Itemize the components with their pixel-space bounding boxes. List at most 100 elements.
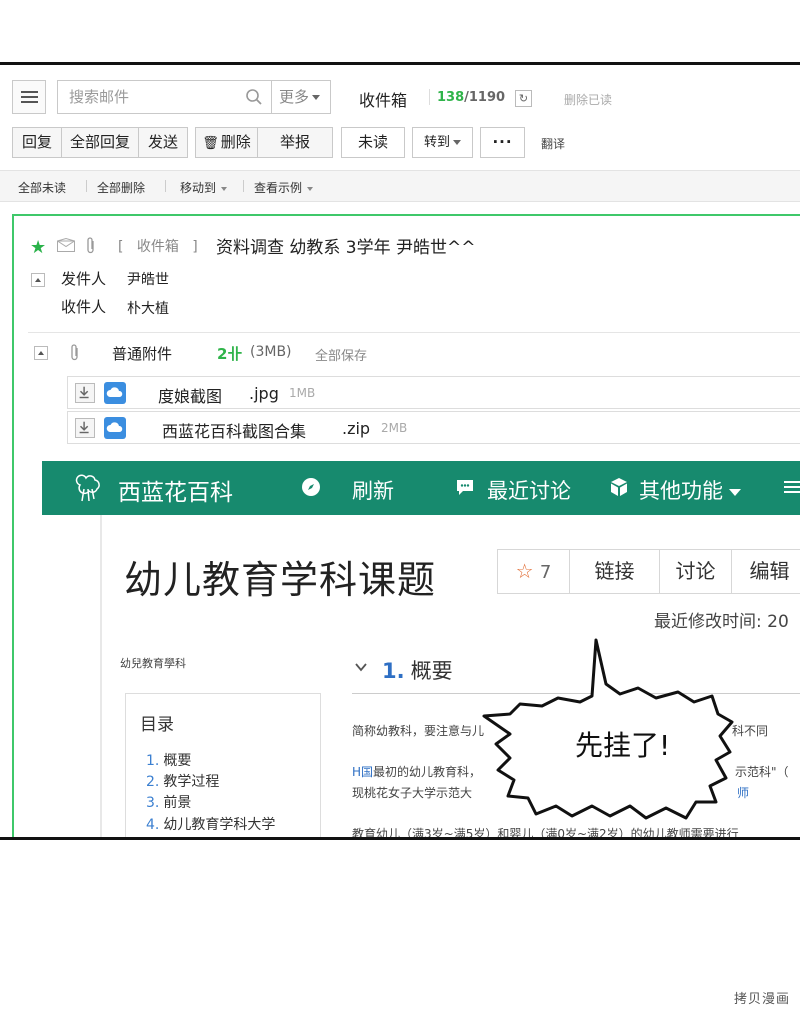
toc-title: 目录 [140,715,174,735]
section-heading: 1. 概要 [382,655,453,685]
delete-read-link[interactable]: 删除已读 [564,91,612,108]
panel-border [0,837,800,840]
paragraph-line: 现桃花女子大学示范大 [352,786,473,800]
toc-label: 概要 [163,753,192,769]
file-ext: .jpg [249,384,279,403]
reply-all-button[interactable]: 全部回复 [61,127,139,158]
filter-bar: 全部未读 全部删除 移动到 查看示例 [0,170,800,202]
edit-button[interactable]: 编辑 [732,550,800,593]
section-title: 概要 [410,659,453,683]
move-to-dropdown[interactable]: 转到 [412,127,473,158]
cloud-save-icon[interactable] [104,417,126,439]
toc-item[interactable]: 2. 教学过程 [146,771,219,791]
wiki-action-group: ☆ 7 链接 讨论 编辑 [497,549,800,594]
star-count: 7 [539,562,552,583]
chevron-down-icon[interactable] [355,661,367,673]
nav-other-features-label: 其他功能 [639,479,723,503]
star-icon[interactable]: ★ [30,237,46,258]
mail-subject: 资料调查 幼教系 3学年 尹皓世^^ [216,238,476,258]
chevron-down-icon [453,140,461,145]
menu-icon[interactable] [12,80,46,114]
watermark: 拷贝漫画 [733,992,790,1007]
toc-label: 教学过程 [163,774,220,790]
toc-item[interactable]: 4. 幼儿教育学科大学 [146,814,275,834]
paperclip-icon [71,344,78,361]
table-of-contents: 目录 1. 概要 2. 教学过程 3. 前景 4. 幼儿教育学科大学 [125,693,321,840]
more-actions-button[interactable]: ··· [480,127,525,158]
attachment-row[interactable]: 西蓝花百科截图合集 .zip 2MB [67,411,800,444]
collapse-header-toggle[interactable] [31,273,45,287]
search-box[interactable] [57,80,272,114]
download-icon[interactable] [75,383,95,403]
refresh-icon[interactable]: ↻ [515,90,532,107]
trash-icon: 🗑 [202,136,219,151]
move-to-menu[interactable]: 移动到 [180,179,228,196]
from-value[interactable]: 尹皓世 [127,269,169,289]
attachments-title: 普通附件 [112,345,173,363]
bracket-close: ] [192,239,198,255]
view-example-menu[interactable]: 查看示例 [254,179,314,196]
file-name: 西蓝花百科截图合集 [162,422,307,441]
paperclip-icon [87,237,94,254]
last-modified: 最近修改时间: 20 [654,612,789,632]
total-count: 1190 [468,90,506,105]
cube-icon [611,478,627,496]
nav-recent-discussions[interactable]: 最近讨论 [487,475,571,505]
send-button[interactable]: 发送 [138,127,188,158]
delete-all-link[interactable]: 全部删除 [97,179,145,196]
save-all-link[interactable]: 全部保存 [315,345,367,364]
search-icon[interactable] [245,88,263,106]
file-size: 2MB [381,421,408,435]
mark-unread-button[interactable]: 未读 [341,127,405,158]
collapse-attachments-toggle[interactable] [34,346,48,360]
translate-link[interactable]: 翻译 [541,135,565,152]
reply-button[interactable]: 回复 [12,127,62,158]
page-title: 幼儿教育学科课题 [124,558,437,602]
delete-label: 删除 [220,133,251,151]
broccoli-logo-icon [75,474,100,502]
search-input[interactable] [67,87,241,107]
toc-label: 前景 [163,795,192,811]
divider [429,89,430,105]
more-label: 更多 [279,88,310,106]
file-name: 度娘截图 [158,387,223,406]
delete-button[interactable]: 🗑 删除 [195,127,258,158]
folder-tag[interactable]: [ 收件箱 ] [118,236,198,256]
move-to-label: 转到 [423,135,450,150]
compass-icon [302,478,320,496]
more-dropdown[interactable]: 更多 [271,80,331,114]
star-outline-icon: ☆ [515,559,534,583]
menu-icon[interactable] [782,476,800,498]
divider [243,180,244,192]
file-ext: .zip [342,419,371,438]
cloud-save-icon[interactable] [104,382,126,404]
toc-item[interactable]: 3. 前景 [146,792,191,812]
divider [100,515,102,840]
attachment-row[interactable]: 度娘截图 .jpg 1MB [67,376,800,409]
chevron-down-icon [307,186,314,191]
chevron-down-icon [221,186,228,191]
link-button[interactable]: 链接 [570,550,660,593]
paragraph-text: 最初的幼儿教育科， [373,765,482,779]
from-label: 发件人 [61,270,107,288]
toc-item[interactable]: 1. 概要 [146,750,191,770]
download-icon[interactable] [75,418,95,438]
wiki-link[interactable]: H国 [352,765,373,779]
wiki-site-name[interactable]: 西蓝花百科 [118,473,233,507]
to-value[interactable]: 朴大植 [127,298,169,318]
discuss-button[interactable]: 讨论 [660,550,732,593]
report-button[interactable]: 举报 [257,127,333,158]
chat-bubble-icon [457,480,473,495]
toc-num: 2. [146,774,160,790]
paragraph-line: H国最初的幼儿教育科， [352,763,481,780]
nav-refresh[interactable]: 刷新 [352,475,394,505]
envelope-icon[interactable] [57,238,75,252]
view-example-label: 查看示例 [254,181,303,195]
section-number: 1. [382,659,405,683]
category-label[interactable]: 幼兒教育學科 [120,655,186,671]
all-unread-link[interactable]: 全部未读 [18,179,66,196]
star-button[interactable]: ☆ 7 [498,550,570,593]
toc-num: 3. [146,795,160,811]
nav-other-features[interactable]: 其他功能 [639,475,741,505]
file-size: 1MB [289,386,316,400]
